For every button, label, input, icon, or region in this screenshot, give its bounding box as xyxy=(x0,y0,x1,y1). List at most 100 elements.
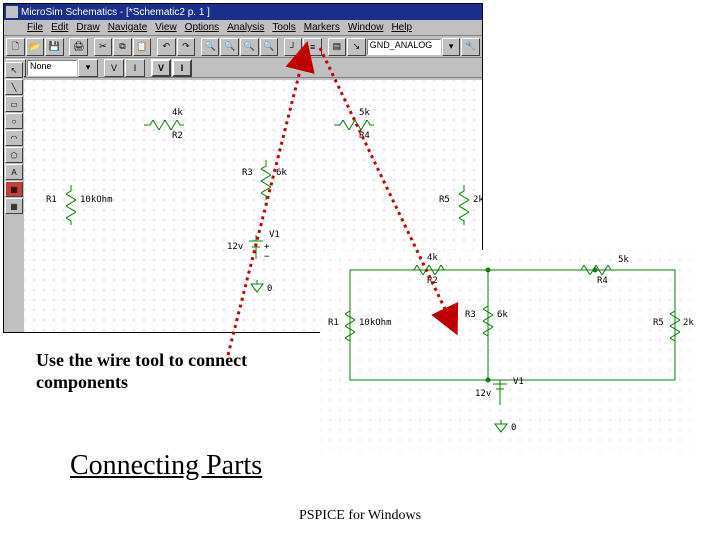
file-icon: 🗋 xyxy=(12,39,19,55)
mini-component-r3[interactable] xyxy=(483,300,493,340)
circle-tool[interactable]: ○ xyxy=(5,113,23,129)
r4-value: 5k xyxy=(359,108,370,118)
marker-v-button[interactable]: V xyxy=(104,59,124,77)
print-button[interactable]: 🖨 xyxy=(69,38,88,56)
dropdown-arrow-2[interactable]: ▾ xyxy=(78,59,98,77)
mini-component-r1[interactable] xyxy=(345,305,355,345)
mini-component-r4[interactable] xyxy=(575,265,615,275)
dropdown-arrow[interactable]: ▾ xyxy=(442,38,461,56)
toolbar-secondary: ▦ None ▾ V I V I xyxy=(4,58,482,78)
zoom-in-button[interactable]: 🔍 xyxy=(201,38,220,56)
marker-i-button[interactable]: I xyxy=(125,59,145,77)
toolbar-main: 🗋 📂 💾 🖨 ✂ ⧉ 📋 ↶ ↷ 🔍 🔍 🔍 🔍 ┘ ≡ ▤ ↘ GND_AN… xyxy=(4,36,482,58)
redo-icon: ↷ xyxy=(182,41,190,52)
menu-tools[interactable]: Tools xyxy=(272,22,295,33)
poly-tool[interactable]: ⬠ xyxy=(5,147,23,163)
zoom-out-button[interactable]: 🔍 xyxy=(220,38,239,56)
menu-navigate[interactable]: Navigate xyxy=(108,22,147,33)
mini-r3-name: R3 xyxy=(465,310,476,320)
line-icon: ╲ xyxy=(12,83,17,92)
component-r3[interactable] xyxy=(261,160,271,200)
menu-view[interactable]: View xyxy=(155,22,177,33)
arc-tool[interactable]: ◠ xyxy=(5,130,23,146)
component-v1[interactable] xyxy=(246,235,266,264)
place-button[interactable]: ↘ xyxy=(347,38,366,56)
new-button[interactable]: 🗋 xyxy=(6,38,25,56)
titlebar: MicroSim Schematics - [*Schematic2 p. 1 … xyxy=(4,4,482,20)
circle-icon: ○ xyxy=(12,117,17,126)
voltage-button[interactable]: V xyxy=(151,59,171,77)
menu-draw[interactable]: Draw xyxy=(76,22,99,33)
component-r1[interactable] xyxy=(66,185,76,225)
arc-icon: ◠ xyxy=(11,134,18,143)
slide-heading: Connecting Parts xyxy=(70,450,262,482)
mini-component-v1[interactable] xyxy=(490,380,510,405)
r4-name: R4 xyxy=(359,131,370,141)
mini-r3-value: 6k xyxy=(497,310,508,320)
caret-down-icon: ▾ xyxy=(449,41,454,52)
wire-button[interactable]: ┘ xyxy=(284,38,303,56)
r2-value: 4k xyxy=(172,108,183,118)
menu-window[interactable]: Window xyxy=(348,22,384,33)
menu-analysis[interactable]: Analysis xyxy=(227,22,264,33)
undo-button[interactable]: ↶ xyxy=(157,38,176,56)
mini-r1-value: 10kOhm xyxy=(359,318,392,328)
mini-r2-value: 4k xyxy=(427,253,438,263)
mini-component-gnd[interactable] xyxy=(493,420,509,439)
wire-icon: ┘ xyxy=(290,42,296,52)
folder-icon: 📂 xyxy=(29,41,40,52)
mini-component-r5[interactable] xyxy=(670,305,680,345)
color-tool[interactable]: ▦ xyxy=(5,181,23,197)
part-button[interactable]: ▤ xyxy=(328,38,347,56)
line-tool[interactable]: ╲ xyxy=(5,79,23,95)
component-gnd[interactable] xyxy=(249,280,265,299)
save-button[interactable]: 💾 xyxy=(45,38,64,56)
v1-plus: + xyxy=(264,242,269,252)
zoom-fit-button[interactable]: 🔍 xyxy=(260,38,279,56)
menu-file[interactable]: File xyxy=(27,22,43,33)
r5-name: R5 xyxy=(439,195,450,205)
part-name-dropdown[interactable]: GND_ANALOG xyxy=(367,39,441,55)
bus-button[interactable]: ≡ xyxy=(303,38,322,56)
r3-name: R3 xyxy=(242,168,253,178)
open-button[interactable]: 📂 xyxy=(26,38,45,56)
current-button[interactable]: I xyxy=(172,59,192,77)
mini-r2-name: R2 xyxy=(427,276,438,286)
undo-icon: ↶ xyxy=(163,41,171,52)
paste-button[interactable]: 📋 xyxy=(133,38,152,56)
rect-icon: ▭ xyxy=(10,100,18,109)
copy-icon: ⧉ xyxy=(119,41,125,52)
caret-down-icon: ▾ xyxy=(86,62,91,73)
menu-help[interactable]: Help xyxy=(391,22,412,33)
slide-footer: PSPICE for Windows xyxy=(0,508,720,524)
component-r5[interactable] xyxy=(459,185,469,225)
callout-line2: components xyxy=(36,372,247,394)
rect-tool[interactable]: ▭ xyxy=(5,96,23,112)
mini-component-r2[interactable] xyxy=(408,265,448,275)
menu-markers[interactable]: Markers xyxy=(304,22,340,33)
text-tool[interactable]: A xyxy=(5,164,23,180)
place-icon: ↘ xyxy=(353,41,361,52)
cut-button[interactable]: ✂ xyxy=(94,38,113,56)
current-icon: I xyxy=(181,63,184,73)
menu-edit[interactable]: Edit xyxy=(51,22,68,33)
copy-button[interactable]: ⧉ xyxy=(113,38,132,56)
zoom-in-icon: 🔍 xyxy=(204,41,215,52)
voltage-icon: V xyxy=(158,63,164,73)
grid-tool[interactable]: ▦ xyxy=(5,198,23,214)
mini-r1-name: R1 xyxy=(328,318,339,328)
select-tool[interactable]: ↖ xyxy=(5,62,23,78)
mini-r4-value: 5k xyxy=(618,255,629,265)
printer-icon: 🖨 xyxy=(73,41,84,52)
component-r4[interactable] xyxy=(334,120,374,130)
r5-value: 2k xyxy=(473,195,482,205)
zoom-area-button[interactable]: 🔍 xyxy=(240,38,259,56)
menu-options[interactable]: Options xyxy=(185,22,219,33)
library-button[interactable]: 🔧 xyxy=(461,38,480,56)
component-r2[interactable] xyxy=(144,120,184,130)
marker-i-icon: I xyxy=(134,63,137,73)
app-name: MicroSim Schematics xyxy=(21,7,117,18)
poly-icon: ⬠ xyxy=(11,151,18,160)
redo-button[interactable]: ↷ xyxy=(177,38,196,56)
name-field[interactable]: None xyxy=(27,60,77,76)
